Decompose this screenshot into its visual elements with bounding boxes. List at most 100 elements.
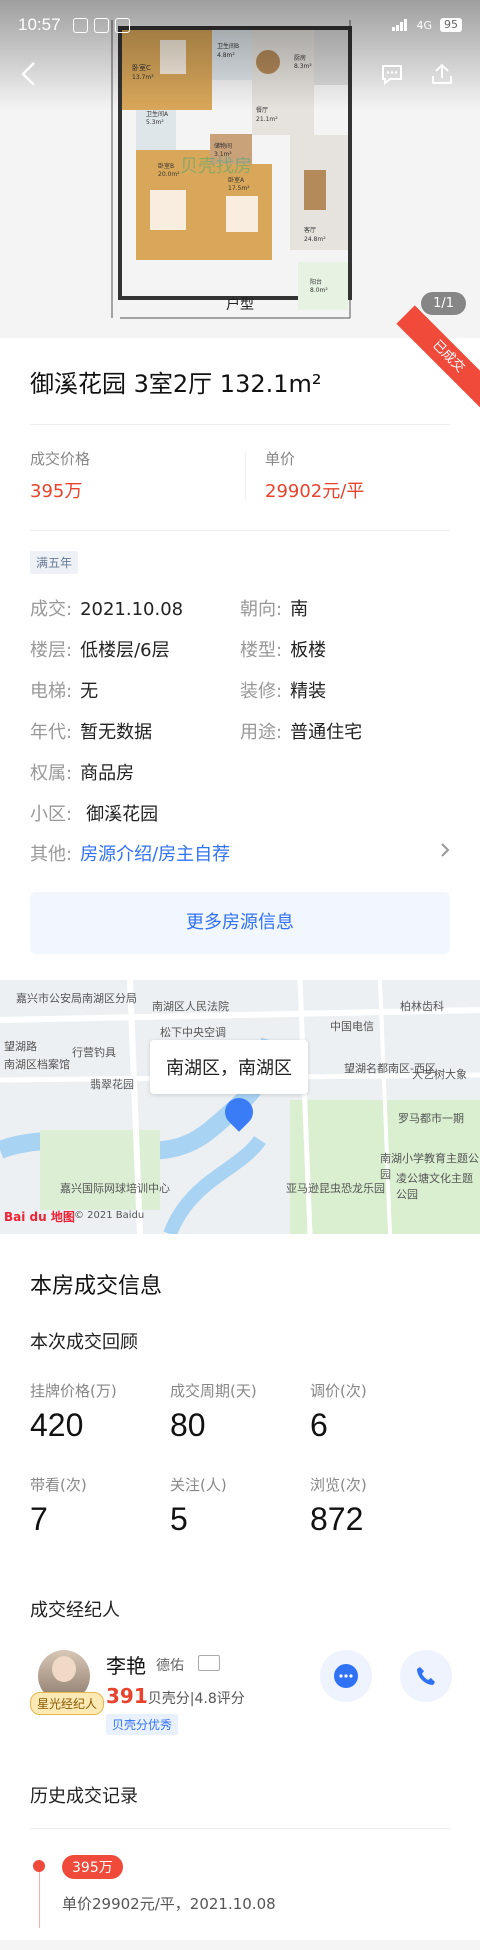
stat-price-adjust: 调价(次) 6: [310, 1380, 450, 1444]
info-label: 小区:: [30, 804, 73, 825]
stat-label: 成交周期(天): [170, 1382, 257, 1400]
stat-viewings: 带看(次) 7: [30, 1474, 170, 1538]
stat-value: 420: [30, 1407, 84, 1443]
divider: [30, 424, 450, 425]
svg-text:客厅: 客厅: [304, 226, 316, 234]
info-usage: 用途: 普通住宅: [240, 718, 362, 744]
svg-text:5.3m²: 5.3m²: [146, 119, 164, 126]
map-poi-label: 南湖区人民法院: [152, 1000, 229, 1013]
score-text: 贝壳分|4.8评分: [147, 1691, 245, 1707]
status-bar: 10:57 4G 95: [0, 0, 480, 50]
baidu-map-logo: Bai du 地图: [4, 1210, 75, 1224]
message-button[interactable]: [374, 56, 410, 92]
deal-review-title: 本次成交回顾: [30, 1332, 138, 1353]
business-card-icon[interactable]: [198, 1655, 220, 1671]
info-year: 年代: 暂无数据: [30, 718, 152, 744]
info-value: 商品房: [80, 763, 135, 784]
svg-text:20.0m²: 20.0m²: [158, 171, 180, 178]
image-pager: 1/1: [421, 292, 466, 315]
info-building-type: 楼型: 板楼: [240, 636, 326, 662]
svg-text:阳台: 阳台: [310, 278, 322, 286]
info-value: 无: [80, 681, 99, 702]
community-link[interactable]: 御溪花园: [86, 804, 158, 825]
info-decoration: 装修: 精装: [240, 677, 326, 703]
info-label: 电梯:: [30, 681, 73, 702]
info-label: 朝向:: [240, 599, 283, 620]
svg-text:17.5m²: 17.5m²: [228, 185, 250, 192]
score-number: 391: [106, 1684, 148, 1708]
info-label: 用途:: [240, 722, 283, 743]
history-price-badge: 395万: [62, 1855, 123, 1879]
share-button[interactable]: [424, 56, 460, 92]
map-poi-label: 南湖小学教育主题公园: [380, 1152, 479, 1181]
info-value: 板楼: [290, 640, 327, 661]
map-poi-label: 罗马都市一期: [398, 1112, 464, 1125]
location-map[interactable]: 嘉兴市公安局南湖区分局 南湖区人民法院 中国电信 柏林齿科 行营钓具 松下中央空…: [0, 980, 480, 1234]
stat-value: 6: [310, 1407, 328, 1443]
info-value: 低楼层/6层: [80, 640, 170, 661]
info-label: 楼型:: [240, 640, 283, 661]
stat-label: 挂牌价格(万): [30, 1382, 117, 1400]
status-notification-icons: [72, 17, 130, 33]
stat-followers: 关注(人) 5: [170, 1474, 310, 1538]
unit-price-value: 29902元/平: [265, 481, 365, 502]
network-type: 4G: [416, 18, 432, 32]
bottom-spacer: [0, 1940, 480, 1950]
svg-text:24.8m²: 24.8m²: [304, 236, 326, 243]
info-value: 2021.10.08: [80, 599, 184, 620]
deal-price-value: 395万: [30, 481, 83, 502]
map-poi-label: 望湖路: [4, 1040, 37, 1053]
map-poi-label: 望湖名都南区-西区: [344, 1062, 436, 1075]
info-label: 成交:: [30, 599, 73, 620]
info-value: 普通住宅: [290, 722, 363, 743]
listing-title: 御溪花园 3室2厅 132.1m²: [30, 370, 322, 398]
notification-icon: [72, 17, 88, 33]
history-title: 历史成交记录: [30, 1786, 138, 1807]
history-detail: 单价29902元/平，2021.10.08: [62, 1895, 276, 1913]
info-label: 年代:: [30, 722, 73, 743]
more-listing-info-button[interactable]: 更多房源信息: [30, 892, 450, 954]
map-poi-label: 南湖区档案馆: [4, 1058, 70, 1071]
info-orientation: 朝向: 南: [240, 595, 308, 621]
back-button[interactable]: [10, 56, 46, 92]
chevron-right-icon[interactable]: [440, 842, 450, 863]
stat-label: 带看(次): [30, 1476, 87, 1494]
info-ownership: 权属: 商品房: [30, 759, 134, 785]
info-value: 南: [290, 599, 309, 620]
agent-name[interactable]: 李艳: [106, 1650, 146, 1679]
notification-icon: [93, 17, 109, 33]
deal-price-label: 成交价格: [30, 450, 91, 468]
call-agent-button[interactable]: [400, 1650, 452, 1702]
info-floor: 楼层: 低楼层/6层: [30, 636, 170, 662]
signal-icon: [392, 19, 408, 31]
deal-price-cell: 成交价格 395万: [30, 448, 240, 503]
price-separator: [245, 452, 246, 500]
map-poi-label: 亚马逊昆虫恐龙乐园: [286, 1182, 385, 1195]
info-value: 精装: [290, 681, 327, 702]
five-year-tag: 满五年: [30, 551, 79, 574]
top-navigation: [0, 56, 480, 96]
info-label: 权属:: [30, 763, 73, 784]
watermark-text: 贝壳找房: [180, 156, 252, 177]
svg-text:21.1m²: 21.1m²: [256, 116, 278, 123]
info-community[interactable]: 小区: 御溪花园: [30, 800, 158, 826]
chat-icon: [382, 65, 402, 86]
chat-agent-button[interactable]: [320, 1650, 372, 1702]
stat-label: 关注(人): [170, 1476, 227, 1494]
floorplan-hero[interactable]: 卧室C 13.7m² 卫生间B 4.8m² 厨房 8.3m² 餐厅 21.1m²…: [0, 0, 480, 338]
stat-listing-price: 挂牌价格(万) 420: [30, 1380, 170, 1444]
battery-icon: 95: [440, 18, 462, 32]
stat-label: 浏览(次): [310, 1476, 367, 1494]
divider: [30, 530, 450, 531]
info-deal-date: 成交: 2021.10.08: [30, 595, 183, 621]
svg-text:卧室B: 卧室B: [158, 162, 174, 170]
info-other[interactable]: 其他: 房源介绍/房主自荐: [30, 840, 230, 866]
timeline-line: [39, 1868, 40, 1928]
map-poi-label: 嘉兴国际网球培训中心: [60, 1182, 170, 1195]
map-poi-label: 嘉兴市公安局南湖区分局: [16, 992, 137, 1005]
divider: [30, 1828, 450, 1829]
agent-brand: 德佑: [156, 1658, 184, 1674]
svg-text:8.0m²: 8.0m²: [310, 287, 328, 294]
map-poi-label: 行营钓具: [72, 1046, 116, 1059]
other-info-link[interactable]: 房源介绍/房主自荐: [80, 844, 230, 865]
